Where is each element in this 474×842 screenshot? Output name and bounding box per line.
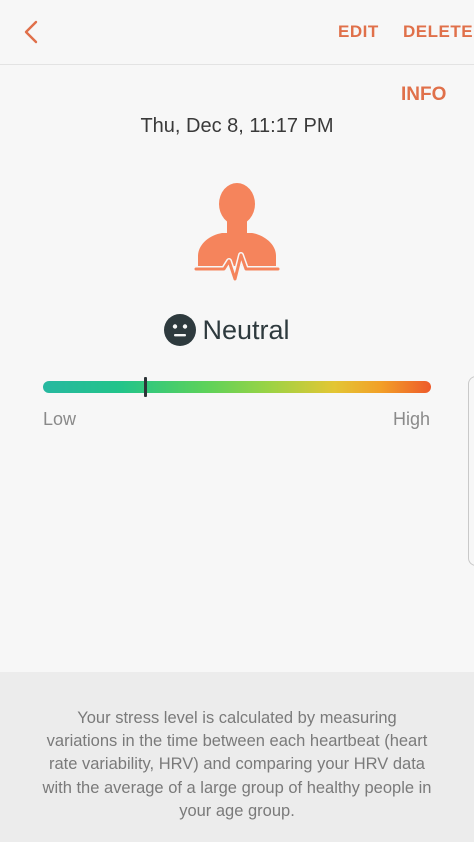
stress-status-label: Neutral (202, 314, 290, 345)
edit-button[interactable]: EDIT (338, 22, 379, 42)
scale-high-label: High (392, 409, 430, 429)
stress-status: Neutral (0, 310, 474, 350)
chevron-left-icon (24, 20, 38, 44)
stress-description: Your stress level is calculated by measu… (42, 709, 432, 820)
record-datetime: Thu, Dec 8, 11:17 PM (140, 115, 334, 137)
back-button[interactable] (14, 14, 50, 50)
delete-button[interactable]: DELETE (403, 22, 473, 42)
top-app-bar: EDIT DELETE (0, 0, 474, 65)
edge-panel-handle[interactable] (468, 376, 474, 566)
info-panel: Your stress level is calculated by measu… (0, 672, 474, 842)
scale-low-label: Low (43, 409, 77, 429)
person-heartbeat-icon (194, 183, 280, 282)
stress-level-bar (43, 381, 431, 393)
neutral-face-icon (164, 314, 197, 346)
info-button[interactable]: INFO (401, 84, 446, 106)
stress-level-marker (144, 377, 148, 397)
